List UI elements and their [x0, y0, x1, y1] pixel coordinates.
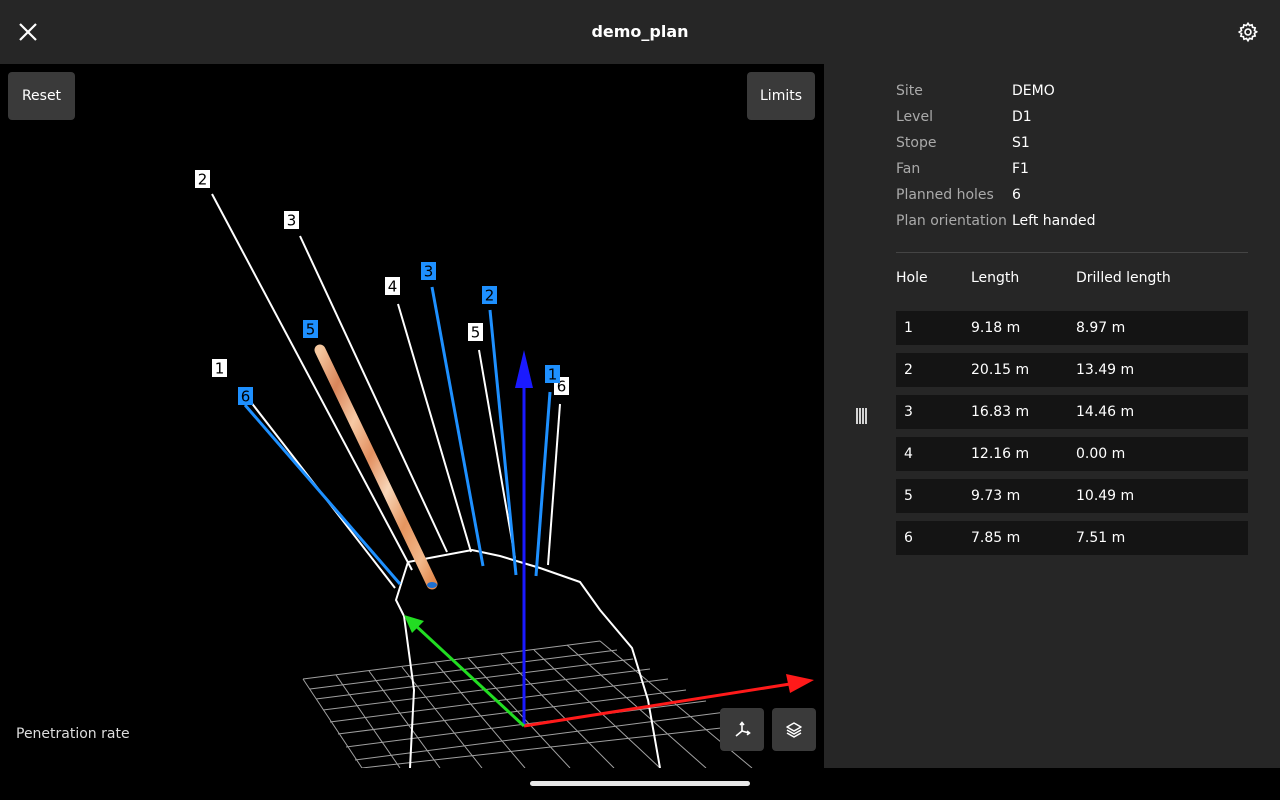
table-row[interactable]: 6 7.85 m 7.51 m [896, 521, 1248, 555]
y-axis [413, 623, 526, 728]
planned-hole-4 [397, 303, 472, 553]
panel-resize-handle[interactable] [854, 406, 868, 426]
layers-button[interactable] [772, 708, 816, 751]
penetration-rate-hole [314, 344, 438, 590]
penetration-rate-label: Penetration rate [16, 726, 130, 742]
planned-hole-2 [211, 193, 413, 571]
layers-icon [786, 721, 802, 738]
svg-text:1: 1 [215, 360, 225, 378]
planned-holes [211, 193, 561, 589]
planned-label-4: 4 [385, 277, 400, 296]
holes-table: Hole Length Drilled length 1 9.18 m 8.97… [896, 264, 1248, 555]
planned-label-2: 2 [195, 170, 210, 189]
drilled-label-6: 6 [238, 387, 253, 406]
drag-handle-icon [856, 408, 867, 424]
limits-button[interactable]: Limits [747, 72, 815, 120]
page-title: demo_plan [591, 22, 689, 41]
table-row[interactable]: 1 9.18 m 8.97 m [896, 311, 1248, 345]
ground-grid [302, 640, 753, 768]
drilled-label-2: 2 [482, 286, 497, 305]
planned-hole-6 [547, 403, 561, 566]
svg-text:3: 3 [287, 212, 297, 230]
drilled-label-1: 1 [545, 365, 560, 384]
drilled-holes [243, 286, 552, 585]
settings-button[interactable] [1234, 18, 1262, 46]
axes-icon [735, 720, 751, 737]
info-row-level: Level D1 [896, 109, 1032, 125]
divider [896, 252, 1248, 253]
svg-text:5: 5 [306, 321, 316, 339]
table-row[interactable]: 3 16.83 m 14.46 m [896, 395, 1248, 429]
axes-toggle-button[interactable] [720, 708, 764, 751]
header-hole: Hole [896, 270, 928, 286]
svg-text:4: 4 [388, 278, 398, 296]
top-bar: demo_plan [0, 0, 1280, 64]
drilled-hole-1 [534, 391, 552, 577]
info-row-plan-orientation: Plan orientation Left handed [896, 213, 1096, 229]
hole-labels: 2 3 4 5 1 6 3 2 5 1 6 [195, 170, 569, 406]
drilled-label-3: 3 [421, 262, 436, 281]
info-row-stope: Stope S1 [896, 135, 1030, 151]
3d-scene[interactable]: 2 3 4 5 1 6 3 2 5 1 6 [0, 64, 824, 768]
gear-icon [1237, 21, 1259, 43]
svg-text:5: 5 [471, 324, 481, 342]
3d-viewport[interactable]: 2 3 4 5 1 6 3 2 5 1 6 Reset Limits Penet… [0, 64, 824, 768]
reset-button[interactable]: Reset [8, 72, 75, 120]
drilled-hole-2 [488, 309, 518, 576]
info-row-fan: Fan F1 [896, 161, 1029, 177]
table-row[interactable]: 2 20.15 m 13.49 m [896, 353, 1248, 387]
planned-label-1: 1 [212, 359, 227, 378]
header-length: Length [971, 270, 1020, 286]
info-row-planned-holes: Planned holes 6 [896, 187, 1021, 203]
svg-text:2: 2 [485, 287, 495, 305]
svg-text:3: 3 [424, 263, 434, 281]
planned-label-3: 3 [284, 211, 299, 230]
z-axis-arrow [515, 350, 533, 388]
plan-info: Site DEMO Level D1 Stope S1 Fan F1 Planned h… [896, 78, 1248, 234]
home-indicator[interactable] [530, 781, 750, 786]
side-panel: Site DEMO Level D1 Stope S1 Fan F1 Planned h… [824, 64, 1280, 768]
table-row[interactable]: 5 9.73 m 10.49 m [896, 479, 1248, 513]
svg-text:2: 2 [198, 171, 208, 189]
x-axis-arrow [786, 674, 814, 693]
penetration-hole-end [427, 582, 437, 588]
svg-text:1: 1 [548, 366, 558, 384]
drilled-label-5: 5 [303, 320, 318, 339]
drilled-hole-6 [243, 404, 402, 585]
table-row[interactable]: 4 12.16 m 0.00 m [896, 437, 1248, 471]
info-row-site: Site DEMO [896, 83, 1055, 99]
header-drilled-length: Drilled length [1076, 270, 1171, 286]
svg-text:6: 6 [241, 388, 251, 406]
planned-label-5: 5 [468, 323, 483, 342]
table-header: Hole Length Drilled length [896, 264, 1248, 292]
